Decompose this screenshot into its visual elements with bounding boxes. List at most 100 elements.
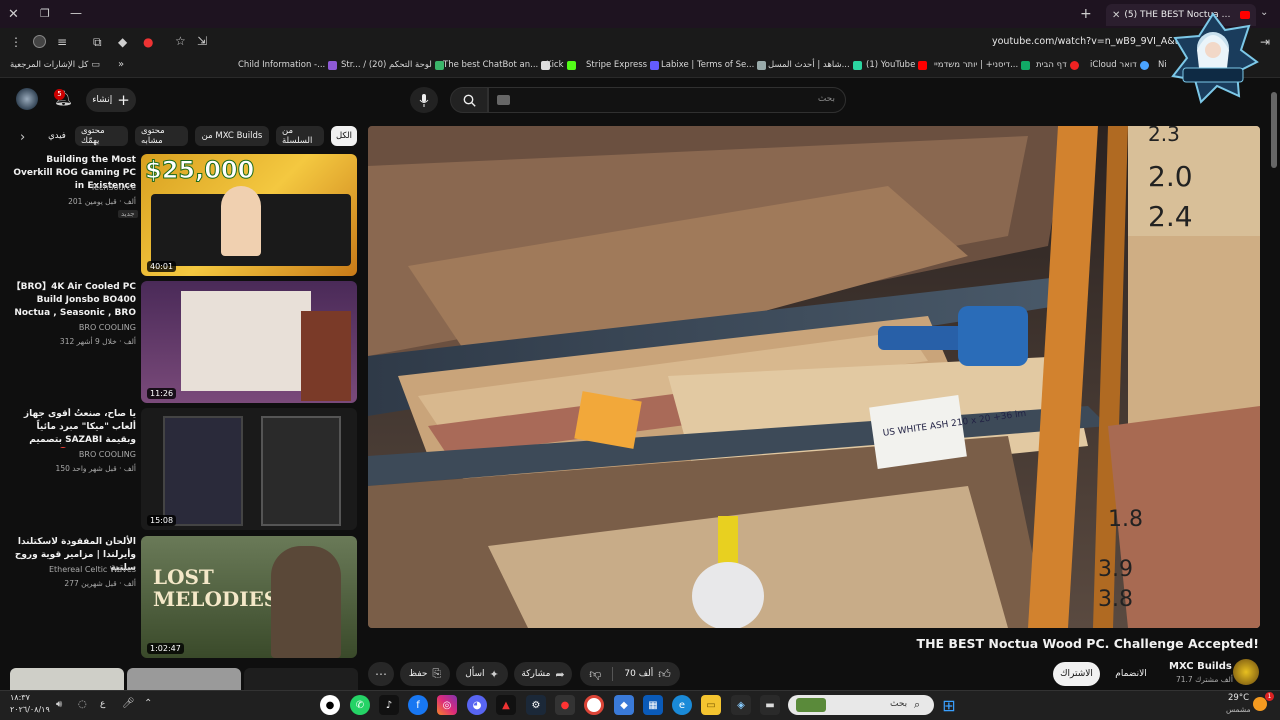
chrome-icon[interactable] — [584, 695, 604, 715]
microphone-icon — [419, 93, 429, 107]
all-bookmarks[interactable]: كل الإشارات المرجعية ▭ — [10, 60, 100, 70]
chip-label: محتوى مشابه — [141, 126, 165, 146]
bookmark-item[interactable]: The best ChatBot an... — [443, 60, 551, 70]
create-button[interactable]: إنشاء + — [86, 88, 136, 112]
instagram-icon[interactable]: ◎ — [437, 695, 457, 715]
clock-date[interactable]: ٢٠٢٦/٠٨/١٩ — [10, 705, 50, 714]
share-button[interactable]: مشاركة ➦ — [514, 662, 572, 686]
windows-start-icon[interactable]: ⊞ — [939, 695, 959, 715]
app-icon[interactable]: ▲ — [496, 695, 516, 715]
whatsapp-icon[interactable]: ✆ — [350, 695, 370, 715]
chip-related[interactable]: محتوى مشابه — [135, 126, 188, 146]
steam-icon[interactable]: ⚙ — [526, 695, 546, 715]
tray-mic-icon[interactable]: 🎤︎ — [122, 698, 135, 709]
restore-window-icon[interactable]: ❐ — [40, 7, 50, 20]
extensions-icon[interactable]: ⧉ — [93, 35, 102, 50]
chip-from-series[interactable]: من السلسلة — [276, 126, 324, 146]
channel-name[interactable]: BRO COOLING — [4, 450, 136, 459]
edge-icon[interactable]: e — [672, 695, 692, 715]
voice-search-button[interactable] — [410, 87, 438, 113]
site-info-icon[interactable]: ⇥ — [1260, 35, 1270, 49]
bookmark-star-icon[interactable]: ☆ — [175, 34, 186, 48]
video-player[interactable]: 2.0 2.4 2.3 1.8 3.9 3.8 US WHITE ASH 210… — [368, 126, 1260, 628]
extension-diamond-icon[interactable]: ◆ — [118, 35, 127, 49]
menu-dots-icon[interactable]: ⋮ — [10, 35, 22, 49]
close-window-icon[interactable]: ✕ — [8, 7, 19, 22]
bookmark-item[interactable]: (1) YouTube — [866, 60, 928, 70]
channel-avatar[interactable] — [1233, 659, 1259, 685]
bookmark-item[interactable]: شاهد | أحدث المسل... — [768, 60, 862, 70]
app-icon[interactable]: ◈ — [731, 695, 751, 715]
channel-name-main[interactable]: MXC Builds — [1169, 661, 1232, 672]
subscribe-button[interactable]: الاشتراك — [1053, 662, 1100, 686]
video-thumbnail[interactable] — [244, 668, 358, 690]
bookmark-item[interactable]: iCloud דואר — [1090, 60, 1149, 70]
create-label: إنشاء — [92, 95, 113, 105]
file-explorer-icon[interactable]: ▭ — [701, 695, 721, 715]
profile-avatar[interactable] — [33, 35, 46, 48]
bookmark-item[interactable]: דיסני+ | יותר משדמיי... — [934, 60, 1031, 70]
tab-list-chevron-icon[interactable]: ⌄ — [1260, 7, 1268, 18]
ask-button[interactable]: اسأل ✦ — [456, 662, 508, 686]
like-icon[interactable]: 👍︎ — [658, 667, 671, 682]
account-avatar[interactable] — [16, 88, 38, 110]
video-thumbnail[interactable]: $25,000 40:01 — [141, 154, 357, 276]
facebook-icon[interactable]: f — [408, 695, 428, 715]
new-tab-icon[interactable]: + — [1080, 6, 1092, 22]
save-button[interactable]: حفظ ⎘ — [400, 662, 450, 686]
search-button[interactable] — [450, 87, 488, 113]
channel-name[interactable]: TechSource — [4, 183, 136, 192]
clock-time[interactable]: ١٨:٣٧ — [10, 693, 30, 702]
thumbnail-overlay-text: $25,000 — [144, 156, 255, 185]
search-input[interactable]: بحث — [488, 87, 846, 113]
tray-overflow-icon[interactable]: ⌃ — [144, 698, 152, 709]
channel-name[interactable]: Ethereal Celtic Waves — [4, 565, 136, 574]
app-blue-icon[interactable]: ◆ — [614, 695, 634, 715]
like-count: 70 ألف — [624, 669, 654, 679]
weather-temp[interactable]: 29°C — [1228, 693, 1249, 703]
video-thumbnail[interactable] — [10, 668, 124, 690]
bookmark-item[interactable]: דף הבית — [1036, 60, 1079, 70]
minimize-window-icon[interactable]: — — [70, 6, 82, 20]
bookmark-item[interactable]: Str... / لوحة التحكم (20) — [341, 60, 444, 70]
dislike-icon[interactable]: 👎︎ — [589, 667, 601, 682]
tiktok-icon[interactable]: ♪ — [379, 695, 399, 715]
channel-name[interactable]: BRO COOLING — [4, 323, 136, 332]
reader-icon[interactable]: ≡ — [57, 35, 67, 49]
store-icon[interactable]: ▦ — [643, 695, 663, 715]
bookmarks-overflow-icon[interactable]: » — [118, 59, 124, 70]
chip-partial[interactable]: فيدي — [46, 126, 68, 146]
extension-red-icon[interactable]: ● — [143, 35, 153, 49]
keyboard-icon[interactable] — [497, 95, 510, 105]
taskbar-search-input[interactable]: بحث ⌕ — [788, 695, 934, 715]
bookmark-item[interactable]: Kick — [546, 60, 576, 70]
page-scrollbar[interactable] — [1271, 92, 1277, 168]
new-badge: جديد — [118, 210, 138, 218]
video-thumbnail[interactable]: 15:08 — [141, 408, 357, 530]
tab-close-icon[interactable]: ✕ — [1112, 10, 1120, 21]
subscriber-count: 71.7 ألف مشترك — [1176, 675, 1233, 684]
video-thumbnail[interactable]: 11:26 — [141, 281, 357, 403]
chip-from-channel[interactable]: من MXC Builds — [195, 126, 269, 146]
video-title[interactable]: يا صاح، صنعتُ أقوى جهاز ألعاب "ميكا" مبر… — [4, 408, 136, 448]
github-icon[interactable]: ● — [320, 695, 340, 715]
bookmark-item[interactable]: Stripe Express — [586, 60, 660, 70]
app-red-icon[interactable]: ● — [555, 695, 575, 715]
video-title[interactable]: 【BRO】4K Air Cooled PC Build Jonsbo BO400… — [4, 281, 136, 321]
weather-desc: مشمس — [1226, 705, 1251, 714]
terminal-icon[interactable]: ▬ — [760, 695, 780, 715]
network-icon[interactable]: ◌ — [78, 699, 87, 710]
discord-icon[interactable]: ◕ — [467, 695, 487, 715]
install-app-icon[interactable]: ⇲ — [197, 34, 207, 48]
join-button[interactable]: الانضمام — [1106, 662, 1156, 686]
video-thumbnail[interactable]: LOST MELODIES 1:02:47 — [141, 536, 357, 658]
more-actions-button[interactable]: ⋯ — [368, 662, 394, 686]
bookmark-item[interactable]: Child Information -... — [238, 60, 338, 70]
speaker-icon[interactable]: 🔊︎ — [56, 699, 62, 710]
chip-recommended[interactable]: محتوى يهمّك — [75, 126, 128, 146]
input-language[interactable]: ع — [100, 699, 105, 709]
chips-scroll-left-icon[interactable]: › — [20, 130, 25, 145]
bookmark-item[interactable]: Labixe | Terms of Se... — [661, 60, 767, 70]
video-thumbnail[interactable] — [127, 668, 241, 690]
chip-all[interactable]: الكل — [331, 126, 357, 146]
